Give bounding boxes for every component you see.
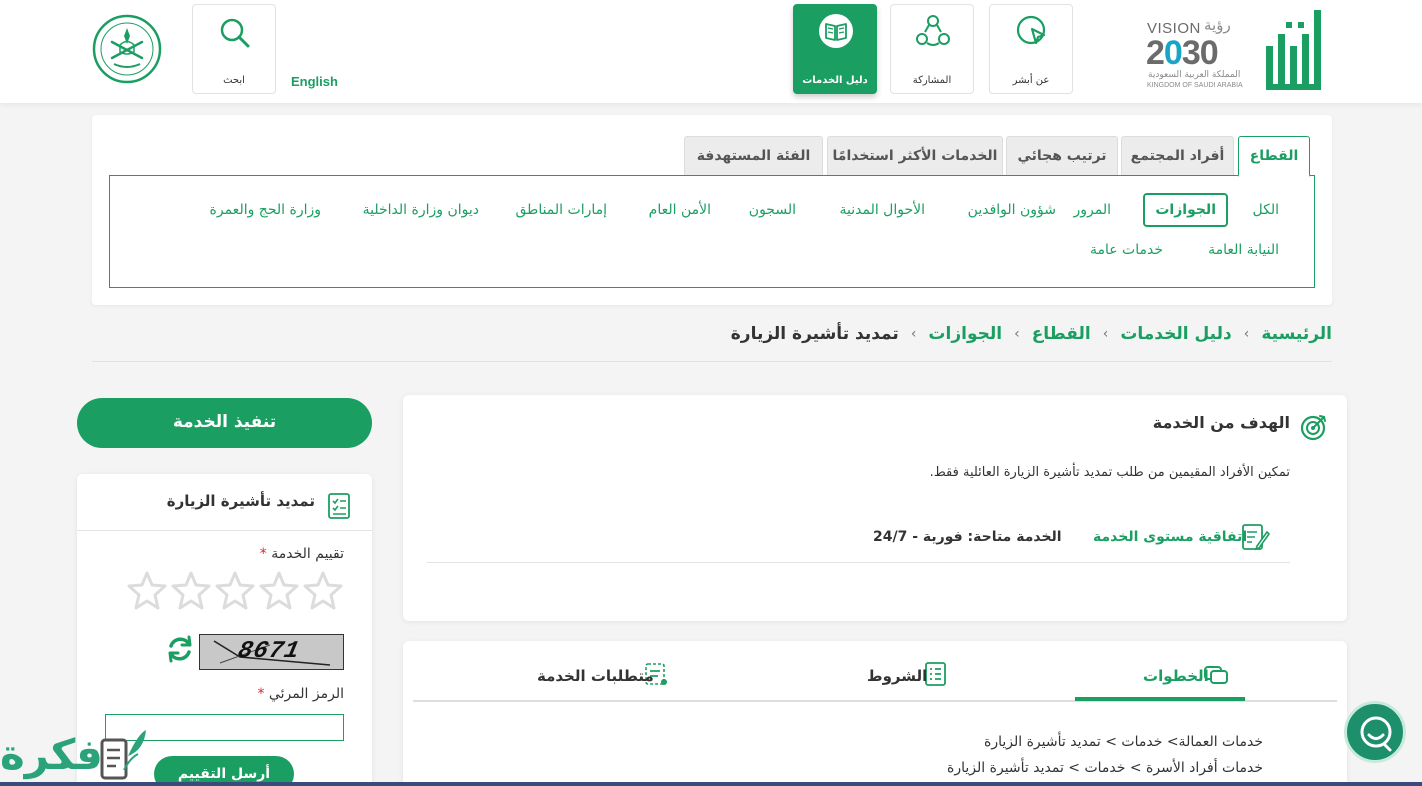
- open-book-icon: [819, 14, 853, 48]
- divider: [77, 530, 372, 531]
- tabs-active-indicator: [1075, 697, 1245, 701]
- breadcrumb-separator: ›: [1243, 326, 1250, 342]
- nav-services-guide-label: دليل الخدمات: [802, 75, 868, 86]
- star-icon[interactable]: [171, 570, 211, 610]
- goal-title: الهدف من الخدمة: [1152, 413, 1290, 432]
- sector-link-traffic[interactable]: المرور: [1074, 202, 1112, 218]
- tab-target-group[interactable]: الفئة المستهدفة: [684, 136, 823, 176]
- leaf-book-icon: [100, 730, 146, 780]
- execute-service-button[interactable]: تنفيذ الخدمة: [77, 398, 372, 448]
- step-item: خدمات العمالة> خدمات > تمديد تأشيرة الزي…: [984, 734, 1263, 750]
- vision-ksa-english: KINGDOM OF SAUDI ARABIA: [1147, 82, 1243, 89]
- breadcrumb-current: تمديد تأشيرة الزيارة: [730, 324, 899, 344]
- sector-link-prisons[interactable]: السجون: [749, 202, 796, 218]
- star-icon[interactable]: [259, 570, 299, 610]
- rating-card-title: تمديد تأشيرة الزيارة: [166, 492, 315, 510]
- breadcrumb-separator: ›: [1014, 326, 1020, 342]
- sector-link-public-security[interactable]: الأمن العام: [649, 202, 711, 218]
- breadcrumb-passports[interactable]: الجوازات: [928, 324, 1002, 344]
- site-header: VISION رؤية 2030 المملكة العربية السعودي…: [0, 0, 1422, 103]
- watermark-text: فكرة: [0, 730, 103, 779]
- checklist-icon: [328, 493, 350, 519]
- nav-services-guide[interactable]: دليل الخدمات: [793, 4, 877, 94]
- rating-label: تقييم الخدمة *: [259, 546, 344, 562]
- tab-steps[interactable]: الخطوات: [1115, 659, 1235, 701]
- captcha-text: 8671: [235, 638, 303, 665]
- required-mark: *: [257, 686, 265, 702]
- star-rating: [127, 570, 347, 612]
- service-availability: الخدمة متاحة: فورية - 24/7: [873, 529, 1062, 545]
- cursor-click-icon: [1016, 15, 1046, 45]
- nav-about-label: عن أبشر: [1012, 75, 1050, 86]
- bottom-strip: [0, 782, 1422, 786]
- sector-link-civil-affairs[interactable]: الأحوال المدنية: [840, 202, 926, 218]
- sector-link-public-prosecution[interactable]: النيابة العامة: [1208, 242, 1279, 258]
- vision-word-arabic: رؤية: [1204, 16, 1231, 34]
- breadcrumb-separator: ›: [910, 326, 917, 342]
- sector-link-moi-diwan[interactable]: ديوان وزارة الداخلية: [363, 202, 479, 218]
- sector-link-expatriates[interactable]: شؤون الوافدين: [968, 202, 1056, 218]
- search-icon: [220, 18, 250, 48]
- goal-description: تمكين الأفراد المقيمين من طلب تمديد تأشي…: [929, 465, 1290, 480]
- chat-face-icon: [1360, 716, 1392, 752]
- search-label: ابحث: [223, 75, 245, 86]
- divider: [92, 361, 1332, 362]
- breadcrumb: الرئيسية › دليل الخدمات › القطاع › الجوازات › تم…: [731, 324, 1332, 352]
- refresh-icon[interactable]: [165, 634, 195, 664]
- tab-conditions-label: الشروط: [867, 667, 928, 685]
- sector-link-general-services[interactable]: خدمات عامة: [1090, 242, 1163, 258]
- step-item: خدمات أفراد الأسرة > خدمات > تمديد تأشير…: [947, 760, 1263, 776]
- tab-sector[interactable]: القطاع: [1238, 136, 1310, 177]
- vision-year: 2030: [1146, 34, 1219, 72]
- star-icon[interactable]: [303, 570, 343, 610]
- required-mark: *: [259, 546, 267, 562]
- nav-participation-label: المشاركة: [912, 75, 952, 86]
- sla-link[interactable]: اتفاقية مستوى الخدمة: [1093, 529, 1247, 545]
- saudi-emblem-icon: [92, 14, 162, 84]
- vision-ksa-arabic: المملكة العربية السعودية: [1148, 70, 1241, 80]
- language-switch-link[interactable]: English: [291, 74, 338, 89]
- search-button[interactable]: ابحث: [192, 4, 276, 94]
- sector-filter-panel: القطاع أفراد المجتمع ترتيب هجائي الخدمات…: [92, 115, 1332, 305]
- tab-requirements-label: متطلبات الخدمة: [537, 667, 654, 685]
- tab-requirements[interactable]: متطلبات الخدمة: [537, 659, 677, 701]
- captcha-label: الرمز المرئي *: [257, 686, 344, 702]
- breadcrumb-sector[interactable]: القطاع: [1032, 324, 1091, 344]
- chat-support-button[interactable]: [1344, 701, 1406, 763]
- tab-most-used[interactable]: الخدمات الأكثر استخدامًا: [827, 136, 1003, 176]
- tab-alphabetical[interactable]: ترتيب هجائي: [1006, 136, 1118, 176]
- tab-community-members[interactable]: أفراد المجتمع: [1121, 136, 1234, 176]
- service-info-tabs-card: الخطوات الشروط متطلبات الخدمة خدمات العم…: [403, 641, 1347, 786]
- site-watermark: فكرة: [0, 722, 160, 786]
- star-icon[interactable]: [215, 570, 255, 610]
- vision-2030-logo: VISION رؤية 2030 المملكة العربية السعودي…: [1144, 14, 1254, 94]
- breadcrumb-services-guide[interactable]: دليل الخدمات: [1120, 324, 1231, 344]
- target-icon: [1300, 415, 1326, 441]
- sector-link-hajj-umrah[interactable]: وزارة الحج والعمرة: [210, 202, 321, 218]
- breadcrumb-separator: ›: [1102, 326, 1109, 342]
- sector-links-box: الكل الجوازات المرور شؤون الوافدين الأحو…: [109, 175, 1315, 288]
- tab-steps-label: الخطوات: [1143, 667, 1209, 685]
- tab-conditions[interactable]: الشروط: [867, 659, 987, 701]
- sector-link-passports[interactable]: الجوازات: [1143, 193, 1228, 227]
- nav-about-absher[interactable]: عن أبشر: [989, 4, 1073, 94]
- nav-participation[interactable]: المشاركة: [890, 4, 974, 94]
- breadcrumb-home[interactable]: الرئيسية: [1261, 324, 1332, 344]
- people-network-icon: [916, 15, 950, 46]
- captcha-image: 8671: [199, 634, 344, 670]
- service-goal-card: الهدف من الخدمة تمكين الأفراد المقيمين م…: [403, 395, 1347, 621]
- star-icon[interactable]: [127, 570, 167, 610]
- sector-link-regional-emirates[interactable]: إمارات المناطق: [516, 202, 608, 218]
- divider: [427, 562, 1290, 563]
- absher-logo[interactable]: [1262, 6, 1324, 94]
- sector-link-all[interactable]: الكل: [1253, 202, 1280, 218]
